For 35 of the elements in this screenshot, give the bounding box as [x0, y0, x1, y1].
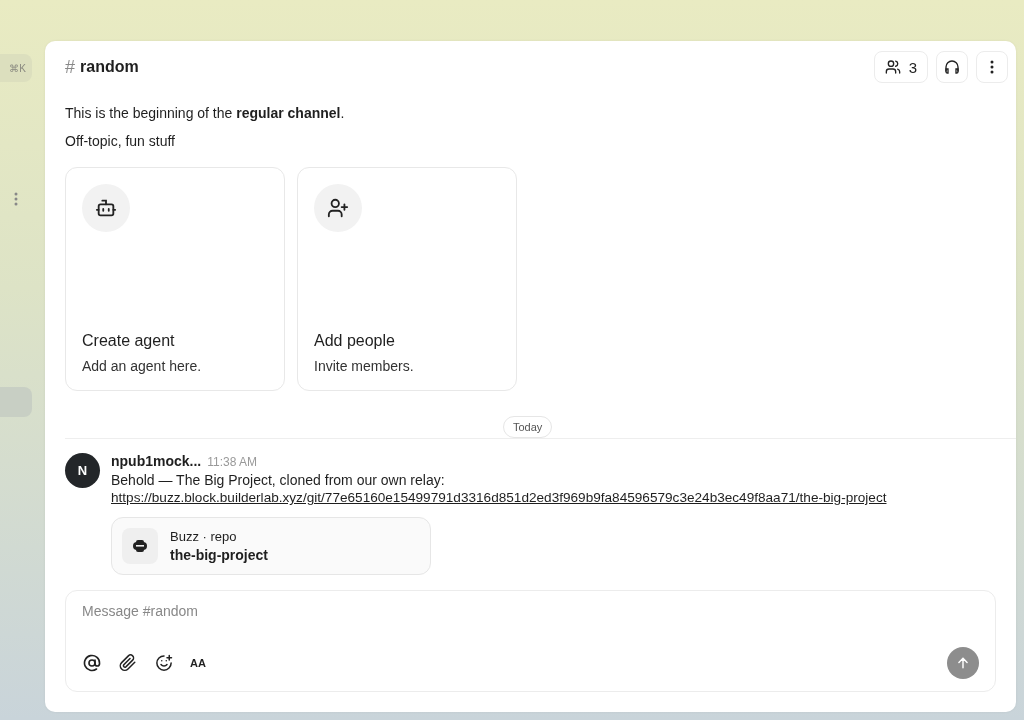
message-composer[interactable]: Message #random AA [65, 590, 996, 692]
avatar: N [65, 453, 100, 488]
action-card[interactable]: Add people Invite members. [297, 167, 517, 391]
members-button[interactable]: 3 [873, 51, 928, 83]
preview-title: the-big-project [170, 547, 268, 563]
headphones-button[interactable] [936, 51, 968, 83]
message-link[interactable]: https://buzz.block.builderlab.xyz/git/77e65160e15499791d3316d851d2ed3f969b9fa84596579c3e24b3ec49f8aa71/the-big-project [111, 490, 887, 505]
card-title: Create agent [82, 332, 176, 350]
card-title: Add people [314, 332, 396, 350]
message-text: Behold — The Big Project, cloned from our own relay: [111, 472, 445, 488]
preview-source: Buzz · repo [170, 529, 238, 544]
users-icon [884, 59, 901, 75]
date-divider: Today [503, 416, 553, 438]
add-user-icon [327, 197, 349, 219]
hash-icon: # [65, 56, 75, 78]
repo-preview-card[interactable]: Buzz · repo the-big-project [111, 517, 431, 575]
channel-title: random [80, 58, 139, 76]
card-subtitle: Invite members. [314, 358, 415, 374]
more-icon[interactable] [14, 192, 18, 206]
arrow-up-icon [956, 656, 970, 670]
channel-topic: Off-topic, fun stuff [65, 133, 176, 149]
repo-icon [132, 540, 148, 552]
attachment-icon[interactable] [118, 653, 138, 673]
emoji-icon[interactable] [154, 653, 174, 673]
headphones-icon [944, 59, 960, 75]
more-icon [990, 60, 994, 74]
author-name[interactable]: npub1mock... [111, 453, 202, 469]
format-button[interactable]: AA [190, 653, 206, 673]
timestamp: 11:38 AM [207, 455, 258, 469]
mention-icon[interactable] [82, 653, 102, 673]
card-subtitle: Add an agent here. [82, 358, 203, 374]
robot-icon [95, 197, 117, 219]
action-card[interactable]: Create agent Add an agent here. [65, 167, 285, 391]
intro-text: This is the beginning of the regular channel. [65, 105, 346, 121]
send-button[interactable] [947, 647, 979, 679]
